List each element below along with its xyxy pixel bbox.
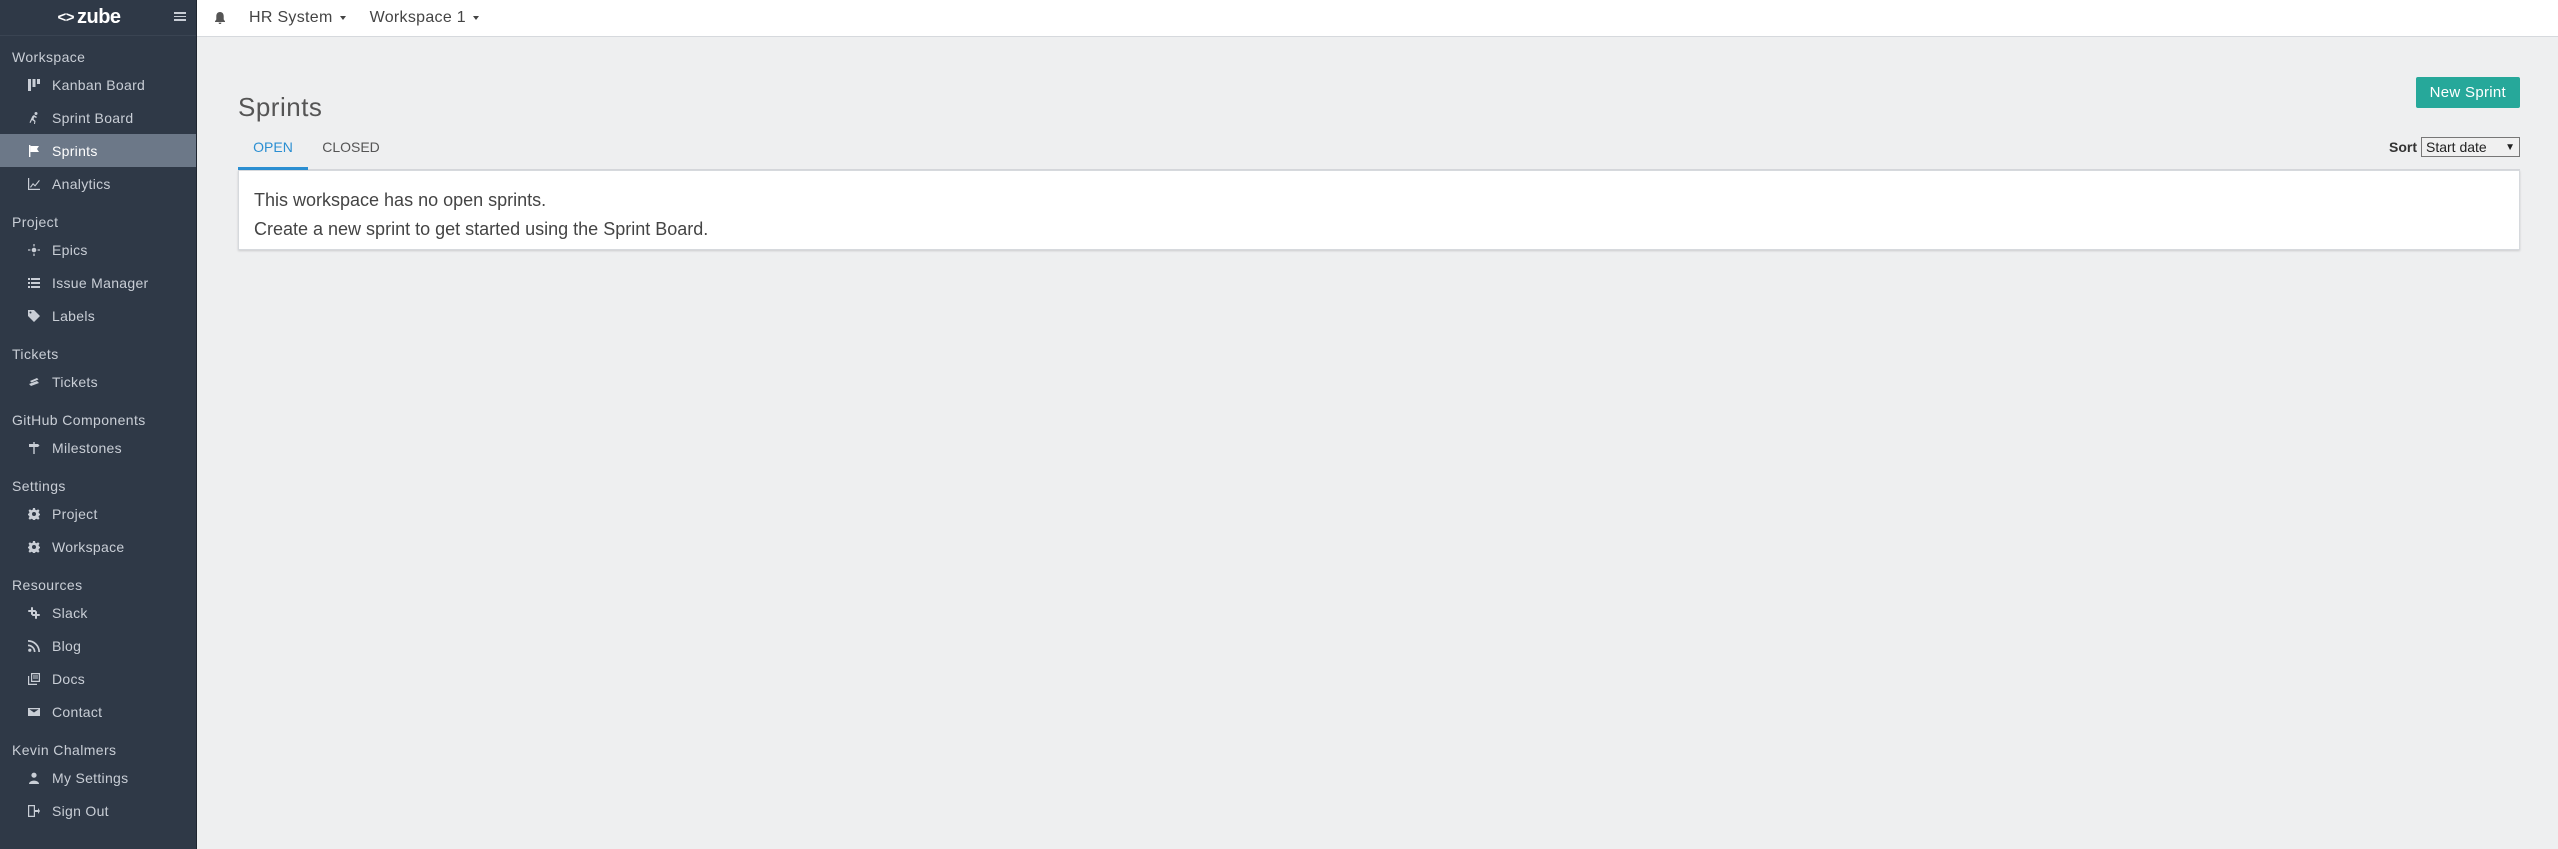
section-tickets: Tickets xyxy=(12,346,59,362)
empty-state-card: This workspace has no open sprints. Crea… xyxy=(238,170,2520,250)
caret-down-icon xyxy=(473,16,479,20)
sidebar-item-label: Slack xyxy=(52,604,88,621)
bell-icon[interactable] xyxy=(213,11,227,25)
list-icon xyxy=(28,277,40,289)
tab-closed[interactable]: CLOSED xyxy=(316,130,386,170)
sidebar-item-label: Blog xyxy=(52,637,82,654)
new-sprint-button[interactable]: New Sprint xyxy=(2415,77,2520,108)
sign-out-icon xyxy=(28,804,40,817)
slack-icon xyxy=(28,606,40,619)
sidebar-item-milestones[interactable]: Milestones xyxy=(0,431,196,464)
workspace-name: Workspace 1 xyxy=(369,9,466,26)
sidebar-item-label: Kanban Board xyxy=(52,76,146,93)
sidebar-item-label: My Settings xyxy=(52,769,129,786)
sidebar-item-label: Docs xyxy=(52,670,86,687)
sidebar-item-epics[interactable]: Epics xyxy=(0,233,196,266)
sort-control: Sort Start date ▼ xyxy=(2389,137,2520,157)
empty-hint: Create a new sprint to get started using… xyxy=(254,219,709,239)
sidebar-item-label: Contact xyxy=(52,703,103,720)
sidebar-item-label: Milestones xyxy=(52,439,122,456)
section-user: Kevin Chalmers xyxy=(12,742,117,758)
sidebar-item-label: Sign Out xyxy=(52,802,109,819)
sidebar-item-issue-manager[interactable]: Issue Manager xyxy=(0,266,196,299)
top-bar: HR System Workspace 1 xyxy=(197,0,2558,37)
sidebar-item-label: Tickets xyxy=(52,373,98,390)
sidebar-item-labels[interactable]: Labels xyxy=(0,299,196,332)
sidebar-item-sign-out[interactable]: Sign Out xyxy=(0,794,196,827)
zube-logo[interactable]: <> zube xyxy=(57,6,121,29)
milestone-icon xyxy=(28,441,40,454)
sidebar-item-kanban-board[interactable]: Kanban Board xyxy=(0,68,196,101)
dropdown-arrow-icon: ▼ xyxy=(2505,141,2515,153)
sidebar-item-label: Project xyxy=(52,505,98,522)
project-dropdown[interactable]: HR System xyxy=(249,9,346,27)
docs-icon xyxy=(28,672,40,685)
caret-down-icon xyxy=(339,16,346,20)
gear-icon xyxy=(28,507,40,520)
sidebar-item-sprint-board[interactable]: Sprint Board xyxy=(0,101,196,134)
sidebar-item-label: Sprint Board xyxy=(52,109,134,126)
menu-toggle-icon[interactable] xyxy=(174,10,186,22)
rss-icon xyxy=(28,639,40,652)
page-title: Sprints xyxy=(238,92,323,123)
sun-icon xyxy=(28,243,40,256)
flag-icon xyxy=(28,144,40,157)
sidebar-item-label: Labels xyxy=(52,307,96,324)
sidebar-item-analytics[interactable]: Analytics xyxy=(0,167,196,200)
project-name: HR System xyxy=(249,9,333,26)
section-project: Project xyxy=(12,214,59,230)
sidebar-item-contact[interactable]: Contact xyxy=(0,695,196,728)
sidebar-item-label: Issue Manager xyxy=(52,274,149,291)
tab-open[interactable]: OPEN xyxy=(238,130,308,170)
sidebar-item-label: Sprints xyxy=(52,142,98,159)
envelope-icon xyxy=(28,706,40,718)
sidebar-item-workspace-settings[interactable]: Workspace xyxy=(0,530,196,563)
gear-icon xyxy=(28,540,40,553)
sidebar-item-project-settings[interactable]: Project xyxy=(0,497,196,530)
tag-icon xyxy=(28,309,40,322)
sidebar-item-my-settings[interactable]: My Settings xyxy=(0,761,196,794)
sidebar: <> zube Workspace Kanban Board Sprint Bo… xyxy=(0,0,197,849)
kanban-icon xyxy=(28,78,40,91)
sprint-tabs: OPEN CLOSED Sort Start date ▼ xyxy=(238,130,2520,170)
sidebar-item-blog[interactable]: Blog xyxy=(0,629,196,662)
sidebar-item-label: Analytics xyxy=(52,175,111,192)
sidebar-item-docs[interactable]: Docs xyxy=(0,662,196,695)
sidebar-item-slack[interactable]: Slack xyxy=(0,596,196,629)
sidebar-header: <> zube xyxy=(0,0,196,36)
user-icon xyxy=(28,772,40,784)
sort-label: Sort xyxy=(2389,139,2417,155)
logo-text: zube xyxy=(76,6,121,28)
sidebar-item-label: Workspace xyxy=(52,538,125,555)
sort-value: Start date xyxy=(2426,139,2487,155)
section-resources: Resources xyxy=(12,577,83,593)
line-chart-icon xyxy=(28,177,40,190)
sidebar-item-sprints[interactable]: Sprints xyxy=(0,134,196,167)
running-icon xyxy=(28,111,40,124)
workspace-dropdown[interactable]: Workspace 1 xyxy=(370,9,479,27)
sidebar-item-tickets[interactable]: Tickets xyxy=(0,365,196,398)
section-workspace: Workspace xyxy=(12,49,86,65)
empty-message: This workspace has no open sprints. xyxy=(254,190,547,210)
section-github: GitHub Components xyxy=(12,412,146,428)
sort-select[interactable]: Start date ▼ xyxy=(2421,137,2520,157)
logo-mark: <> xyxy=(57,9,74,26)
section-settings: Settings xyxy=(12,478,66,494)
sidebar-item-label: Epics xyxy=(52,241,88,258)
ticket-stack-icon xyxy=(28,376,40,388)
